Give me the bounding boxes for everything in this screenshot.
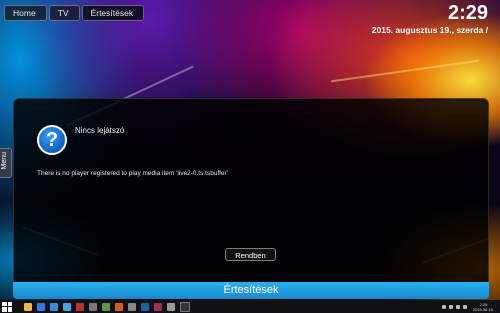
- notifications-footer: Értesítések: [13, 282, 489, 299]
- tray-clock[interactable]: 2:29 2015.08.19.: [473, 302, 494, 312]
- app-icon[interactable]: [115, 302, 123, 311]
- breadcrumb-notifications[interactable]: Értesítések: [81, 5, 145, 21]
- network-icon[interactable]: [448, 304, 453, 309]
- taskbar: 2:29 2015.08.19.: [0, 300, 500, 313]
- side-menu-label: Menu: [1, 152, 8, 170]
- breadcrumb-home[interactable]: Home: [4, 5, 47, 21]
- dialog-title: Nincs lejátszó: [75, 126, 125, 135]
- wallpaper-streak: [330, 59, 480, 83]
- ok-button[interactable]: Rendben: [225, 248, 276, 261]
- file-explorer-icon[interactable]: [24, 302, 32, 311]
- tray-icon[interactable]: [462, 304, 467, 309]
- app-icon[interactable]: [180, 301, 190, 312]
- tray-date: 2015.08.19.: [472, 306, 494, 312]
- tray-icon[interactable]: [441, 304, 446, 309]
- app-icon[interactable]: [154, 302, 162, 311]
- breadcrumb: Home TV Értesítések: [4, 5, 146, 21]
- app-icon[interactable]: [141, 302, 149, 311]
- store-icon[interactable]: [50, 302, 58, 311]
- notification-dialog: ? Nincs lejátszó There is no player regi…: [13, 98, 489, 284]
- info-icon: ?: [37, 125, 67, 155]
- app-icon[interactable]: [76, 302, 84, 311]
- clock-time: 2:29: [447, 2, 488, 24]
- volume-icon[interactable]: [455, 304, 460, 309]
- system-tray: 2:29 2015.08.19.: [439, 300, 494, 313]
- side-menu-tab[interactable]: Menu: [0, 148, 12, 178]
- breadcrumb-tv[interactable]: TV: [48, 5, 80, 21]
- edge-icon[interactable]: [37, 302, 45, 311]
- dialog-message: There is no player registered to play me…: [37, 170, 228, 177]
- app-icon[interactable]: [167, 302, 175, 311]
- app-icon[interactable]: [102, 302, 110, 311]
- mail-icon[interactable]: [63, 302, 71, 311]
- media-icon[interactable]: [89, 302, 97, 311]
- app-icon[interactable]: [128, 302, 136, 311]
- windows-start-icon[interactable]: [2, 301, 12, 312]
- clock-date: 2015. augusztus 19., szerda /: [371, 25, 488, 35]
